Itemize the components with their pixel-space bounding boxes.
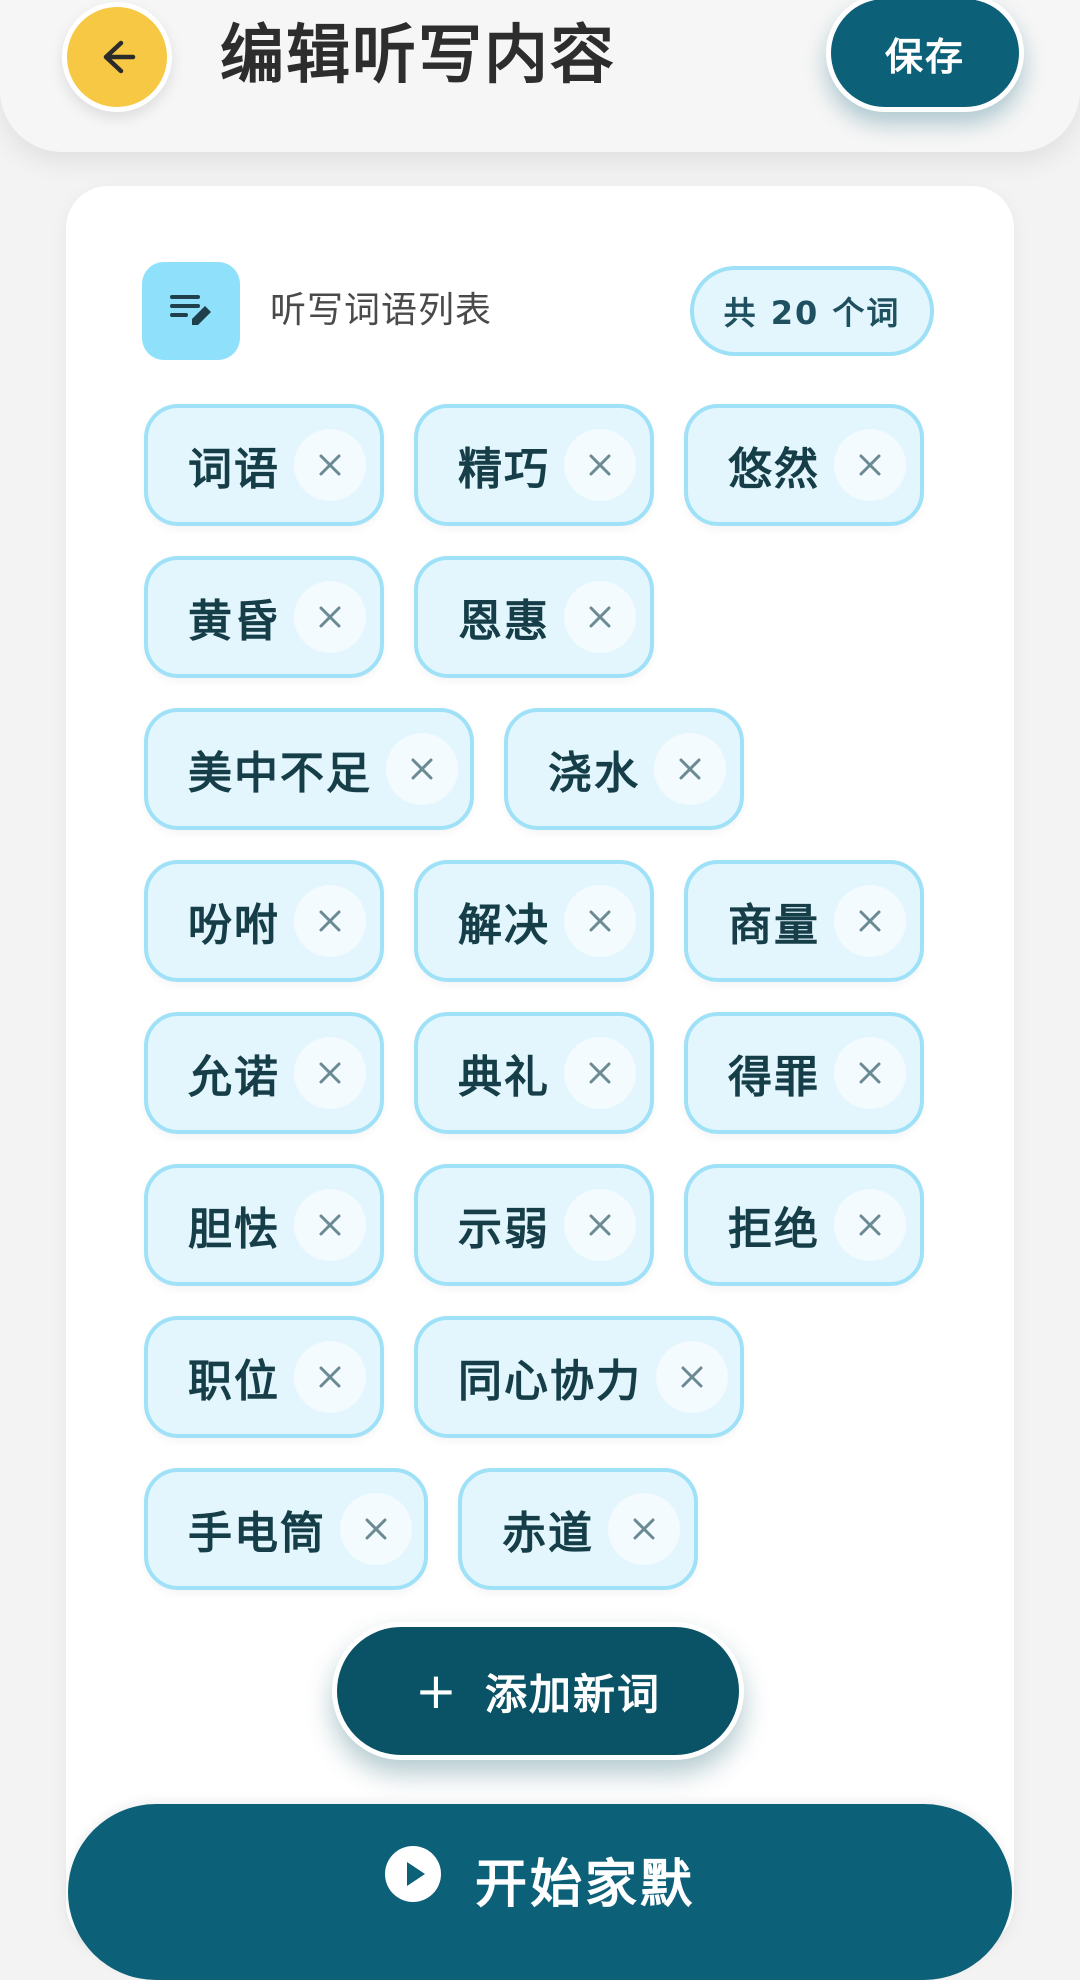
word-chip: 美中不足: [144, 708, 474, 830]
word-chip-text: 词语: [188, 444, 280, 495]
save-button[interactable]: 保存: [826, 0, 1024, 112]
close-icon: [859, 910, 881, 932]
play-icon: [384, 1846, 441, 1902]
close-icon: [679, 758, 701, 780]
remove-word-button[interactable]: [564, 581, 636, 653]
close-icon: [365, 1518, 387, 1540]
remove-word-button[interactable]: [656, 1341, 728, 1413]
word-chip-text: 商量: [728, 900, 820, 951]
close-icon: [319, 910, 341, 932]
word-chip-text: 美中不足: [188, 748, 372, 799]
word-chip: 吩咐: [144, 860, 384, 982]
remove-word-button[interactable]: [564, 1037, 636, 1109]
remove-word-button[interactable]: [386, 733, 458, 805]
word-chip: 职位: [144, 1316, 384, 1438]
plus-icon: +: [415, 1662, 459, 1720]
word-chip-text: 拒绝: [728, 1204, 820, 1255]
remove-word-button[interactable]: [608, 1493, 680, 1565]
remove-word-button[interactable]: [294, 1037, 366, 1109]
word-chip: 精巧: [414, 404, 654, 526]
remove-word-button[interactable]: [834, 885, 906, 957]
close-icon: [859, 1214, 881, 1236]
word-chip-list: 词语 精巧 悠然黄昏 恩惠美中不足 浇水吩咐 解决 商量允诺 典礼 得罪胆怯 示弱 拒绝职位 同心协力…: [144, 404, 944, 1590]
word-chip-text: 浇水: [548, 748, 640, 799]
word-chip: 拒绝: [684, 1164, 924, 1286]
back-button[interactable]: [62, 2, 172, 112]
word-chip-text: 恩惠: [458, 596, 550, 647]
remove-word-button[interactable]: [340, 1493, 412, 1565]
word-chip: 浇水: [504, 708, 744, 830]
remove-word-button[interactable]: [834, 1037, 906, 1109]
close-icon: [859, 1062, 881, 1084]
word-chip-text: 示弱: [458, 1204, 550, 1255]
close-icon: [589, 910, 611, 932]
word-chip-text: 职位: [188, 1356, 280, 1407]
word-chip-text: 得罪: [728, 1052, 820, 1103]
close-icon: [411, 758, 433, 780]
word-count-badge: 共 20 个词: [690, 266, 934, 356]
word-chip-text: 吩咐: [188, 900, 280, 951]
word-chip-text: 同心协力: [458, 1356, 642, 1407]
page-title: 编辑听写内容: [220, 19, 616, 93]
word-chip-text: 精巧: [458, 444, 550, 495]
remove-word-button[interactable]: [294, 429, 366, 501]
remove-word-button[interactable]: [294, 1189, 366, 1261]
remove-word-button[interactable]: [564, 1189, 636, 1261]
remove-word-button[interactable]: [564, 885, 636, 957]
word-chip-text: 悠然: [728, 444, 820, 495]
word-chip: 得罪: [684, 1012, 924, 1134]
word-chip: 胆怯: [144, 1164, 384, 1286]
close-icon: [319, 1062, 341, 1084]
word-chip: 同心协力: [414, 1316, 744, 1438]
remove-word-button[interactable]: [834, 1189, 906, 1261]
word-chip: 黄昏: [144, 556, 384, 678]
word-chip-text: 赤道: [502, 1508, 594, 1559]
close-icon: [589, 1062, 611, 1084]
add-word-button[interactable]: + 添加新词: [332, 1622, 744, 1760]
close-icon: [589, 1214, 611, 1236]
word-chip: 商量: [684, 860, 924, 982]
word-chip: 赤道: [458, 1468, 698, 1590]
remove-word-button[interactable]: [294, 1341, 366, 1413]
word-chip-text: 胆怯: [188, 1204, 280, 1255]
start-dictation-button[interactable]: 开始家默: [68, 1804, 1012, 1980]
word-chip: 恩惠: [414, 556, 654, 678]
word-chip: 词语: [144, 404, 384, 526]
word-chip-text: 解决: [458, 900, 550, 951]
word-chip: 典礼: [414, 1012, 654, 1134]
remove-word-button[interactable]: [654, 733, 726, 805]
remove-word-button[interactable]: [294, 581, 366, 653]
close-icon: [589, 606, 611, 628]
close-icon: [633, 1518, 655, 1540]
word-chip-text: 手电筒: [188, 1508, 326, 1559]
close-icon: [319, 1214, 341, 1236]
close-icon: [319, 454, 341, 476]
word-list-card: 听写词语列表 共 20 个词 词语 精巧 悠然黄昏 恩惠美中不足 浇水吩咐 解决 商量允诺 典…: [66, 186, 1014, 1946]
word-chip: 悠然: [684, 404, 924, 526]
word-chip-text: 黄昏: [188, 596, 280, 647]
add-word-label: 添加新词: [484, 1669, 661, 1719]
word-chip: 解决: [414, 860, 654, 982]
header: 编辑听写内容 保存: [0, 0, 1080, 152]
remove-word-button[interactable]: [834, 429, 906, 501]
remove-word-button[interactable]: [564, 429, 636, 501]
list-edit-icon: [142, 262, 240, 360]
word-chip: 手电筒: [144, 1468, 428, 1590]
remove-word-button[interactable]: [294, 885, 366, 957]
start-dictation-label: 开始家默: [474, 1855, 695, 1915]
list-title: 听写词语列表: [270, 290, 493, 331]
word-chip: 示弱: [414, 1164, 654, 1286]
close-icon: [589, 454, 611, 476]
close-icon: [859, 454, 881, 476]
word-chip: 允诺: [144, 1012, 384, 1134]
close-icon: [319, 1366, 341, 1388]
arrow-left-icon: [103, 40, 136, 74]
word-chip-text: 允诺: [188, 1052, 280, 1103]
word-chip-text: 典礼: [458, 1052, 550, 1103]
close-icon: [319, 606, 341, 628]
close-icon: [681, 1366, 703, 1388]
